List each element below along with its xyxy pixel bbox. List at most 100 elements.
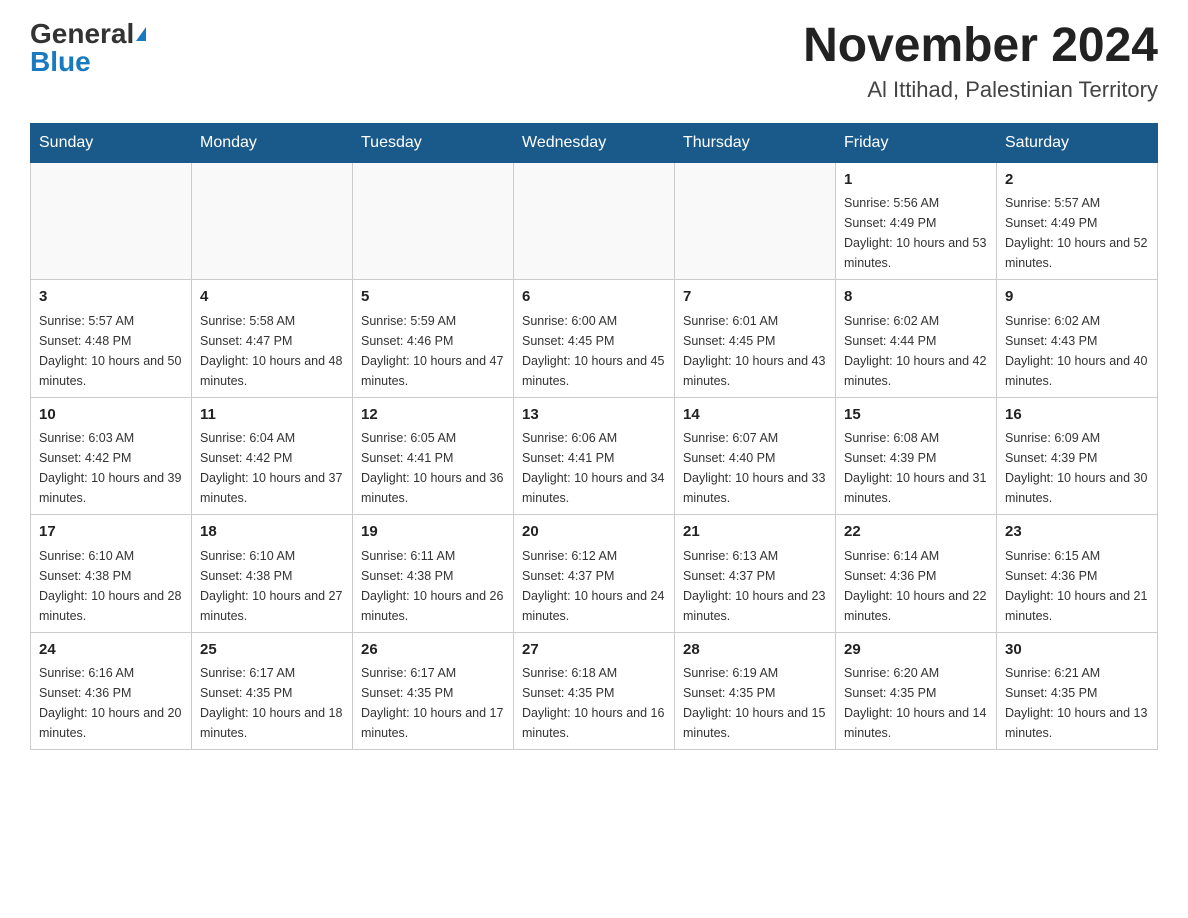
header-day-wednesday: Wednesday	[514, 123, 675, 162]
location-title: Al Ittihad, Palestinian Territory	[803, 77, 1158, 103]
calendar-week-4: 17Sunrise: 6:10 AMSunset: 4:38 PMDayligh…	[31, 515, 1158, 633]
calendar-cell: 25Sunrise: 6:17 AMSunset: 4:35 PMDayligh…	[192, 632, 353, 750]
day-info: Sunrise: 5:59 AMSunset: 4:46 PMDaylight:…	[361, 311, 505, 391]
day-info: Sunrise: 6:18 AMSunset: 4:35 PMDaylight:…	[522, 663, 666, 743]
day-number: 21	[683, 521, 827, 544]
day-info: Sunrise: 6:12 AMSunset: 4:37 PMDaylight:…	[522, 546, 666, 626]
day-info: Sunrise: 6:02 AMSunset: 4:44 PMDaylight:…	[844, 311, 988, 391]
calendar-cell	[353, 162, 514, 280]
day-info: Sunrise: 6:09 AMSunset: 4:39 PMDaylight:…	[1005, 428, 1149, 508]
day-number: 16	[1005, 404, 1149, 427]
day-number: 10	[39, 404, 183, 427]
day-number: 7	[683, 286, 827, 309]
day-number: 6	[522, 286, 666, 309]
day-number: 22	[844, 521, 988, 544]
logo: General Blue	[30, 20, 146, 76]
day-number: 11	[200, 404, 344, 427]
calendar-cell: 24Sunrise: 6:16 AMSunset: 4:36 PMDayligh…	[31, 632, 192, 750]
day-number: 19	[361, 521, 505, 544]
calendar-cell: 11Sunrise: 6:04 AMSunset: 4:42 PMDayligh…	[192, 397, 353, 515]
day-info: Sunrise: 6:04 AMSunset: 4:42 PMDaylight:…	[200, 428, 344, 508]
day-number: 24	[39, 639, 183, 662]
calendar-cell: 9Sunrise: 6:02 AMSunset: 4:43 PMDaylight…	[997, 280, 1158, 398]
day-info: Sunrise: 6:06 AMSunset: 4:41 PMDaylight:…	[522, 428, 666, 508]
day-info: Sunrise: 6:10 AMSunset: 4:38 PMDaylight:…	[200, 546, 344, 626]
calendar-cell: 30Sunrise: 6:21 AMSunset: 4:35 PMDayligh…	[997, 632, 1158, 750]
calendar-cell: 1Sunrise: 5:56 AMSunset: 4:49 PMDaylight…	[836, 162, 997, 280]
month-title: November 2024	[803, 20, 1158, 73]
day-info: Sunrise: 6:14 AMSunset: 4:36 PMDaylight:…	[844, 546, 988, 626]
day-number: 12	[361, 404, 505, 427]
day-number: 18	[200, 521, 344, 544]
day-number: 9	[1005, 286, 1149, 309]
calendar-cell: 3Sunrise: 5:57 AMSunset: 4:48 PMDaylight…	[31, 280, 192, 398]
calendar-cell: 13Sunrise: 6:06 AMSunset: 4:41 PMDayligh…	[514, 397, 675, 515]
calendar-cell: 27Sunrise: 6:18 AMSunset: 4:35 PMDayligh…	[514, 632, 675, 750]
day-number: 13	[522, 404, 666, 427]
day-number: 29	[844, 639, 988, 662]
day-number: 5	[361, 286, 505, 309]
header-day-saturday: Saturday	[997, 123, 1158, 162]
calendar-cell: 8Sunrise: 6:02 AMSunset: 4:44 PMDaylight…	[836, 280, 997, 398]
calendar-cell: 2Sunrise: 5:57 AMSunset: 4:49 PMDaylight…	[997, 162, 1158, 280]
day-number: 15	[844, 404, 988, 427]
day-number: 28	[683, 639, 827, 662]
calendar-cell: 20Sunrise: 6:12 AMSunset: 4:37 PMDayligh…	[514, 515, 675, 633]
day-number: 2	[1005, 169, 1149, 192]
day-number: 25	[200, 639, 344, 662]
day-info: Sunrise: 5:57 AMSunset: 4:49 PMDaylight:…	[1005, 193, 1149, 273]
title-section: November 2024 Al Ittihad, Palestinian Te…	[803, 20, 1158, 103]
calendar-cell: 23Sunrise: 6:15 AMSunset: 4:36 PMDayligh…	[997, 515, 1158, 633]
header-day-monday: Monday	[192, 123, 353, 162]
day-info: Sunrise: 6:10 AMSunset: 4:38 PMDaylight:…	[39, 546, 183, 626]
day-info: Sunrise: 6:00 AMSunset: 4:45 PMDaylight:…	[522, 311, 666, 391]
day-info: Sunrise: 6:21 AMSunset: 4:35 PMDaylight:…	[1005, 663, 1149, 743]
calendar-cell: 5Sunrise: 5:59 AMSunset: 4:46 PMDaylight…	[353, 280, 514, 398]
calendar-cell: 6Sunrise: 6:00 AMSunset: 4:45 PMDaylight…	[514, 280, 675, 398]
calendar-week-5: 24Sunrise: 6:16 AMSunset: 4:36 PMDayligh…	[31, 632, 1158, 750]
day-info: Sunrise: 6:01 AMSunset: 4:45 PMDaylight:…	[683, 311, 827, 391]
header-day-sunday: Sunday	[31, 123, 192, 162]
calendar-cell	[192, 162, 353, 280]
day-number: 26	[361, 639, 505, 662]
calendar-cell: 17Sunrise: 6:10 AMSunset: 4:38 PMDayligh…	[31, 515, 192, 633]
calendar-cell: 7Sunrise: 6:01 AMSunset: 4:45 PMDaylight…	[675, 280, 836, 398]
calendar-cell: 15Sunrise: 6:08 AMSunset: 4:39 PMDayligh…	[836, 397, 997, 515]
day-info: Sunrise: 6:13 AMSunset: 4:37 PMDaylight:…	[683, 546, 827, 626]
day-info: Sunrise: 6:15 AMSunset: 4:36 PMDaylight:…	[1005, 546, 1149, 626]
calendar-header: SundayMondayTuesdayWednesdayThursdayFrid…	[31, 123, 1158, 162]
day-info: Sunrise: 5:58 AMSunset: 4:47 PMDaylight:…	[200, 311, 344, 391]
calendar-cell: 4Sunrise: 5:58 AMSunset: 4:47 PMDaylight…	[192, 280, 353, 398]
page-header: General Blue November 2024 Al Ittihad, P…	[30, 20, 1158, 103]
calendar-cell: 21Sunrise: 6:13 AMSunset: 4:37 PMDayligh…	[675, 515, 836, 633]
day-info: Sunrise: 6:16 AMSunset: 4:36 PMDaylight:…	[39, 663, 183, 743]
calendar-table: SundayMondayTuesdayWednesdayThursdayFrid…	[30, 123, 1158, 751]
logo-general-text: General	[30, 20, 134, 48]
day-number: 27	[522, 639, 666, 662]
calendar-cell: 26Sunrise: 6:17 AMSunset: 4:35 PMDayligh…	[353, 632, 514, 750]
calendar-cell: 18Sunrise: 6:10 AMSunset: 4:38 PMDayligh…	[192, 515, 353, 633]
header-day-friday: Friday	[836, 123, 997, 162]
calendar-week-3: 10Sunrise: 6:03 AMSunset: 4:42 PMDayligh…	[31, 397, 1158, 515]
header-row: SundayMondayTuesdayWednesdayThursdayFrid…	[31, 123, 1158, 162]
day-number: 23	[1005, 521, 1149, 544]
day-number: 30	[1005, 639, 1149, 662]
day-info: Sunrise: 6:20 AMSunset: 4:35 PMDaylight:…	[844, 663, 988, 743]
day-number: 20	[522, 521, 666, 544]
day-info: Sunrise: 5:56 AMSunset: 4:49 PMDaylight:…	[844, 193, 988, 273]
calendar-cell: 12Sunrise: 6:05 AMSunset: 4:41 PMDayligh…	[353, 397, 514, 515]
calendar-cell: 10Sunrise: 6:03 AMSunset: 4:42 PMDayligh…	[31, 397, 192, 515]
calendar-cell: 28Sunrise: 6:19 AMSunset: 4:35 PMDayligh…	[675, 632, 836, 750]
day-number: 8	[844, 286, 988, 309]
calendar-cell: 22Sunrise: 6:14 AMSunset: 4:36 PMDayligh…	[836, 515, 997, 633]
day-info: Sunrise: 6:07 AMSunset: 4:40 PMDaylight:…	[683, 428, 827, 508]
day-number: 14	[683, 404, 827, 427]
calendar-cell: 14Sunrise: 6:07 AMSunset: 4:40 PMDayligh…	[675, 397, 836, 515]
day-info: Sunrise: 6:11 AMSunset: 4:38 PMDaylight:…	[361, 546, 505, 626]
calendar-cell	[514, 162, 675, 280]
day-info: Sunrise: 6:19 AMSunset: 4:35 PMDaylight:…	[683, 663, 827, 743]
day-number: 17	[39, 521, 183, 544]
day-info: Sunrise: 6:08 AMSunset: 4:39 PMDaylight:…	[844, 428, 988, 508]
calendar-cell: 19Sunrise: 6:11 AMSunset: 4:38 PMDayligh…	[353, 515, 514, 633]
calendar-cell	[31, 162, 192, 280]
